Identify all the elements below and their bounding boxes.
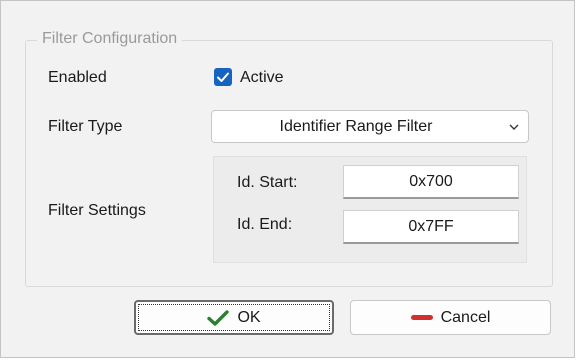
- cancel-button-label: Cancel: [440, 308, 491, 326]
- active-checkbox[interactable]: [214, 68, 232, 86]
- ok-button-label: OK: [237, 308, 261, 326]
- enabled-label: Enabled: [48, 69, 107, 86]
- filter-settings-label: Filter Settings: [48, 202, 146, 219]
- id-start-input[interactable]: 0x700: [343, 165, 519, 199]
- filter-type-label: Filter Type: [48, 118, 123, 135]
- group-title: Filter Configuration: [37, 30, 183, 48]
- minus-icon: [410, 314, 433, 320]
- filter-type-selected: Identifier Range Filter: [279, 118, 433, 135]
- id-end-label: Id. End:: [237, 216, 293, 233]
- ok-button[interactable]: OK: [134, 300, 334, 335]
- checkmark-icon: [217, 72, 229, 82]
- filter-dialog: Filter Configuration Enabled Active Filt…: [0, 0, 575, 358]
- filter-type-select[interactable]: Identifier Range Filter: [211, 110, 529, 143]
- chevron-down-icon: [509, 124, 519, 130]
- check-icon: [207, 309, 230, 326]
- id-end-input[interactable]: 0x7FF: [343, 210, 519, 244]
- cancel-button[interactable]: Cancel: [350, 300, 551, 335]
- active-checkbox-label[interactable]: Active: [240, 69, 284, 87]
- id-start-label: Id. Start:: [237, 174, 298, 191]
